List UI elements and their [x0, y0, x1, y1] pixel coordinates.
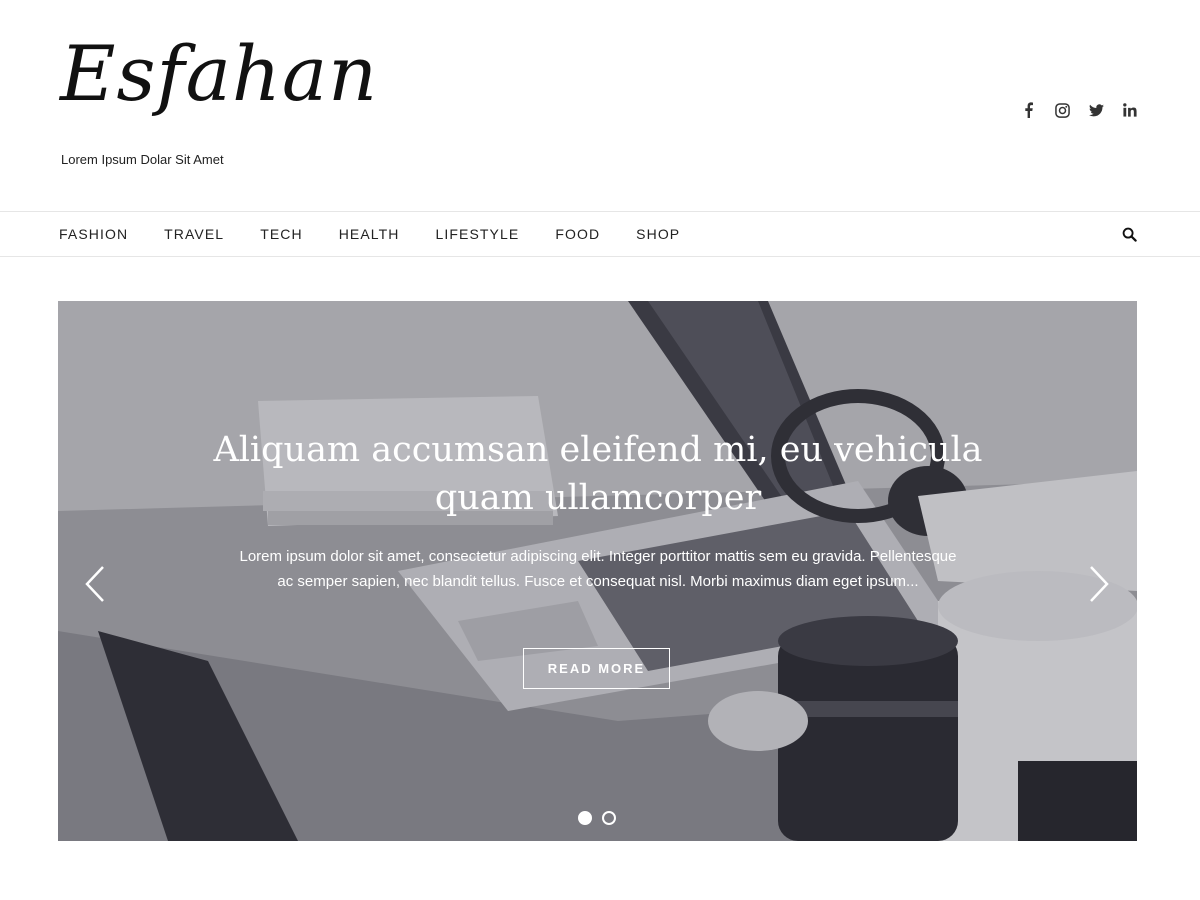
site-header: Esfahan Lorem Ipsum Dolar Sit Amet: [0, 0, 1200, 211]
nav-item-fashion[interactable]: FASHION: [59, 226, 128, 242]
slide-excerpt: Lorem ipsum dolor sit amet, consectetur …: [239, 548, 957, 590]
instagram-icon[interactable]: [1054, 101, 1070, 119]
twitter-icon[interactable]: [1088, 101, 1104, 119]
nav-menu: FASHION TRAVEL TECH HEALTH LIFESTYLE FOO…: [59, 212, 716, 256]
nav-item-tech[interactable]: TECH: [260, 226, 303, 242]
nav-item-shop[interactable]: SHOP: [636, 226, 680, 242]
site-tagline: Lorem Ipsum Dolar Sit Amet: [61, 152, 224, 167]
slider-next-arrow-icon[interactable]: [1083, 564, 1113, 604]
slider-pagination: [578, 811, 616, 825]
slider-prev-arrow-icon[interactable]: [81, 564, 111, 604]
nav-item-travel[interactable]: TRAVEL: [164, 226, 224, 242]
social-links: [1020, 101, 1138, 119]
featured-slider: Aliquam accumsan eleifend mi, eu vehicul…: [58, 301, 1137, 841]
slide-title[interactable]: Aliquam accumsan eleifend mi, eu vehicul…: [198, 426, 998, 522]
site-logo[interactable]: Esfahan: [60, 36, 378, 112]
slider-dot-1[interactable]: [578, 811, 592, 825]
nav-item-lifestyle[interactable]: LIFESTYLE: [436, 226, 520, 242]
facebook-icon[interactable]: [1020, 101, 1036, 119]
slider-dot-2[interactable]: [602, 811, 616, 825]
linkedin-icon[interactable]: [1122, 101, 1138, 119]
main-nav: FASHION TRAVEL TECH HEALTH LIFESTYLE FOO…: [0, 211, 1200, 257]
search-icon[interactable]: [1120, 225, 1138, 243]
nav-item-food[interactable]: FOOD: [555, 226, 600, 242]
nav-item-health[interactable]: HEALTH: [339, 226, 400, 242]
read-more-button[interactable]: READ MORE: [523, 648, 670, 689]
